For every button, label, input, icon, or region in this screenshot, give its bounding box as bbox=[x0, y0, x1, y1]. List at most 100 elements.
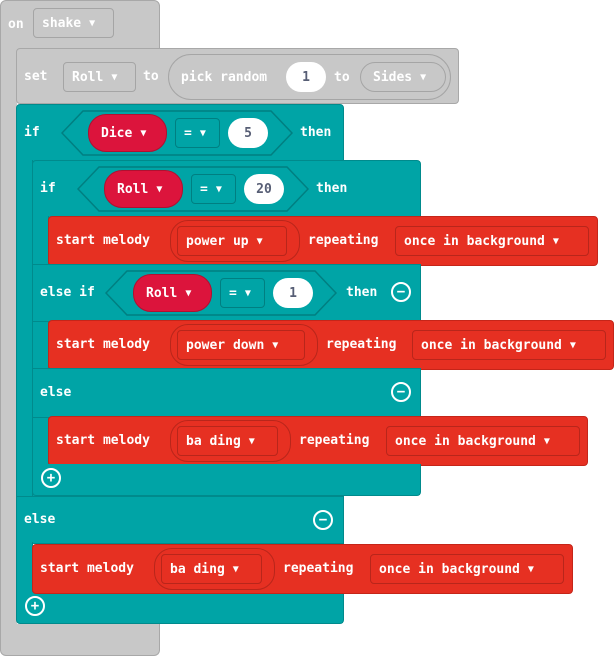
add-branch-button[interactable]: + bbox=[41, 468, 61, 488]
set-variable-name: Roll bbox=[72, 69, 104, 85]
if-inner-spine bbox=[32, 216, 49, 496]
melody-dropdown[interactable]: power up ▼ bbox=[170, 220, 300, 262]
remove-outer-else-button[interactable]: − bbox=[313, 510, 333, 530]
chevron-down-icon: ▼ bbox=[111, 71, 118, 83]
set-to-label: to bbox=[143, 69, 159, 84]
inner-operator-dropdown[interactable]: = ▼ bbox=[191, 174, 236, 204]
else-if-operator: = bbox=[229, 285, 237, 301]
inner-operator-value: = bbox=[200, 181, 208, 197]
compare-value: 5 bbox=[244, 125, 252, 141]
repeat-mode-dropdown[interactable]: once in background ▼ bbox=[412, 330, 606, 360]
pick-random-reporter[interactable]: pick random 1 to Sides ▼ bbox=[168, 54, 451, 100]
melody-select[interactable]: power down ▼ bbox=[177, 330, 305, 360]
melody-dropdown[interactable]: ba ding ▼ bbox=[170, 420, 291, 462]
from-value: 1 bbox=[302, 69, 310, 85]
if-outer-footer bbox=[16, 592, 344, 624]
plus-icon: + bbox=[30, 598, 40, 614]
chevron-down-icon: ▼ bbox=[215, 183, 222, 195]
chevron-down-icon: ▼ bbox=[232, 563, 239, 575]
if-outer-spine bbox=[16, 160, 33, 500]
chevron-down-icon: ▼ bbox=[156, 183, 163, 195]
else-label: else bbox=[40, 385, 72, 400]
set-variable-dropdown[interactable]: Roll ▼ bbox=[63, 62, 136, 92]
else-if-label: else if bbox=[40, 285, 95, 300]
if-outer-spine-lower bbox=[16, 542, 33, 596]
else-outer-row bbox=[16, 496, 344, 544]
repeating-label: repeating bbox=[299, 433, 370, 448]
melody-select[interactable]: ba ding ▼ bbox=[177, 426, 278, 456]
else-if-value-input[interactable]: 1 bbox=[273, 278, 313, 308]
pick-random-to-label: to bbox=[334, 70, 350, 85]
plus-icon: + bbox=[46, 470, 56, 486]
chevron-down-icon: ▼ bbox=[552, 235, 559, 247]
else-if-operator-dropdown[interactable]: = ▼ bbox=[220, 278, 265, 308]
melody-value: ba ding bbox=[186, 433, 241, 449]
inner-if-label: if bbox=[40, 181, 56, 196]
dice-variable-dropdown[interactable]: Dice ▼ bbox=[88, 114, 167, 152]
chevron-down-icon: ▼ bbox=[256, 235, 263, 247]
if-inner-footer bbox=[32, 464, 421, 496]
inner-compare-value: 20 bbox=[256, 181, 272, 197]
else-if-value: 1 bbox=[289, 285, 297, 301]
else-row[interactable] bbox=[32, 368, 421, 418]
sides-variable: Sides bbox=[373, 69, 413, 85]
start-melody-label: start melody bbox=[56, 433, 150, 448]
chevron-down-icon: ▼ bbox=[543, 435, 550, 447]
chevron-down-icon: ▼ bbox=[527, 563, 534, 575]
minus-icon: − bbox=[396, 284, 406, 300]
start-melody-label: start melody bbox=[56, 233, 150, 248]
repeat-mode-dropdown[interactable]: once in background ▼ bbox=[370, 554, 564, 584]
repeat-mode-dropdown[interactable]: once in background ▼ bbox=[395, 226, 589, 256]
pick-random-label: pick random bbox=[181, 70, 268, 85]
event-dropdown[interactable]: shake ▼ bbox=[33, 8, 114, 38]
melody-select[interactable]: power up ▼ bbox=[177, 226, 287, 256]
operator-dropdown[interactable]: = ▼ bbox=[175, 118, 220, 148]
minus-icon: − bbox=[318, 512, 328, 528]
chevron-down-icon: ▼ bbox=[569, 339, 576, 351]
repeat-mode-value: once in background bbox=[421, 337, 562, 353]
remove-else-if-button[interactable]: − bbox=[391, 282, 411, 302]
if-label: if bbox=[24, 125, 40, 140]
sides-variable-dropdown[interactable]: Sides ▼ bbox=[360, 62, 446, 92]
repeating-label: repeating bbox=[308, 233, 379, 248]
repeating-label: repeating bbox=[326, 337, 397, 352]
melody-dropdown[interactable]: ba ding ▼ bbox=[154, 548, 275, 590]
chevron-down-icon: ▼ bbox=[199, 127, 206, 139]
roll-variable-dropdown[interactable]: Roll ▼ bbox=[104, 170, 183, 208]
melody-select[interactable]: ba ding ▼ bbox=[161, 554, 262, 584]
roll-variable: Roll bbox=[117, 181, 149, 197]
inner-compare-input[interactable]: 20 bbox=[244, 174, 284, 204]
melody-dropdown[interactable]: power down ▼ bbox=[170, 324, 318, 366]
start-melody-label: start melody bbox=[56, 337, 150, 352]
melody-value: power down bbox=[186, 337, 265, 353]
start-melody-label: start melody bbox=[40, 561, 134, 576]
repeat-mode-value: once in background bbox=[395, 433, 536, 449]
chevron-down-icon: ▼ bbox=[420, 71, 427, 83]
melody-value: ba ding bbox=[170, 561, 225, 577]
chevron-down-icon: ▼ bbox=[89, 17, 96, 29]
remove-else-button[interactable]: − bbox=[391, 382, 411, 402]
compare-value-input[interactable]: 5 bbox=[228, 118, 268, 148]
add-outer-branch-button[interactable]: + bbox=[25, 596, 45, 616]
else-if-then-label: then bbox=[346, 285, 378, 300]
from-value-input[interactable]: 1 bbox=[286, 62, 326, 92]
repeat-mode-value: once in background bbox=[404, 233, 545, 249]
chevron-down-icon: ▼ bbox=[185, 287, 192, 299]
minus-icon: − bbox=[396, 384, 406, 400]
outer-else-label: else bbox=[24, 512, 56, 527]
repeating-label: repeating bbox=[283, 561, 354, 576]
on-label: on bbox=[8, 17, 24, 32]
chevron-down-icon: ▼ bbox=[140, 127, 147, 139]
chevron-down-icon: ▼ bbox=[244, 287, 251, 299]
melody-value: power up bbox=[186, 233, 249, 249]
event-block-spine bbox=[0, 48, 17, 638]
event-block-footer bbox=[0, 624, 160, 656]
event-value: shake bbox=[42, 15, 82, 31]
chevron-down-icon: ▼ bbox=[248, 435, 255, 447]
chevron-down-icon: ▼ bbox=[272, 339, 279, 351]
else-if-variable-dropdown[interactable]: Roll ▼ bbox=[133, 274, 212, 312]
inner-then-label: then bbox=[316, 181, 348, 196]
repeat-mode-dropdown[interactable]: once in background ▼ bbox=[386, 426, 580, 456]
dice-variable: Dice bbox=[101, 125, 133, 141]
else-if-variable: Roll bbox=[146, 285, 178, 301]
